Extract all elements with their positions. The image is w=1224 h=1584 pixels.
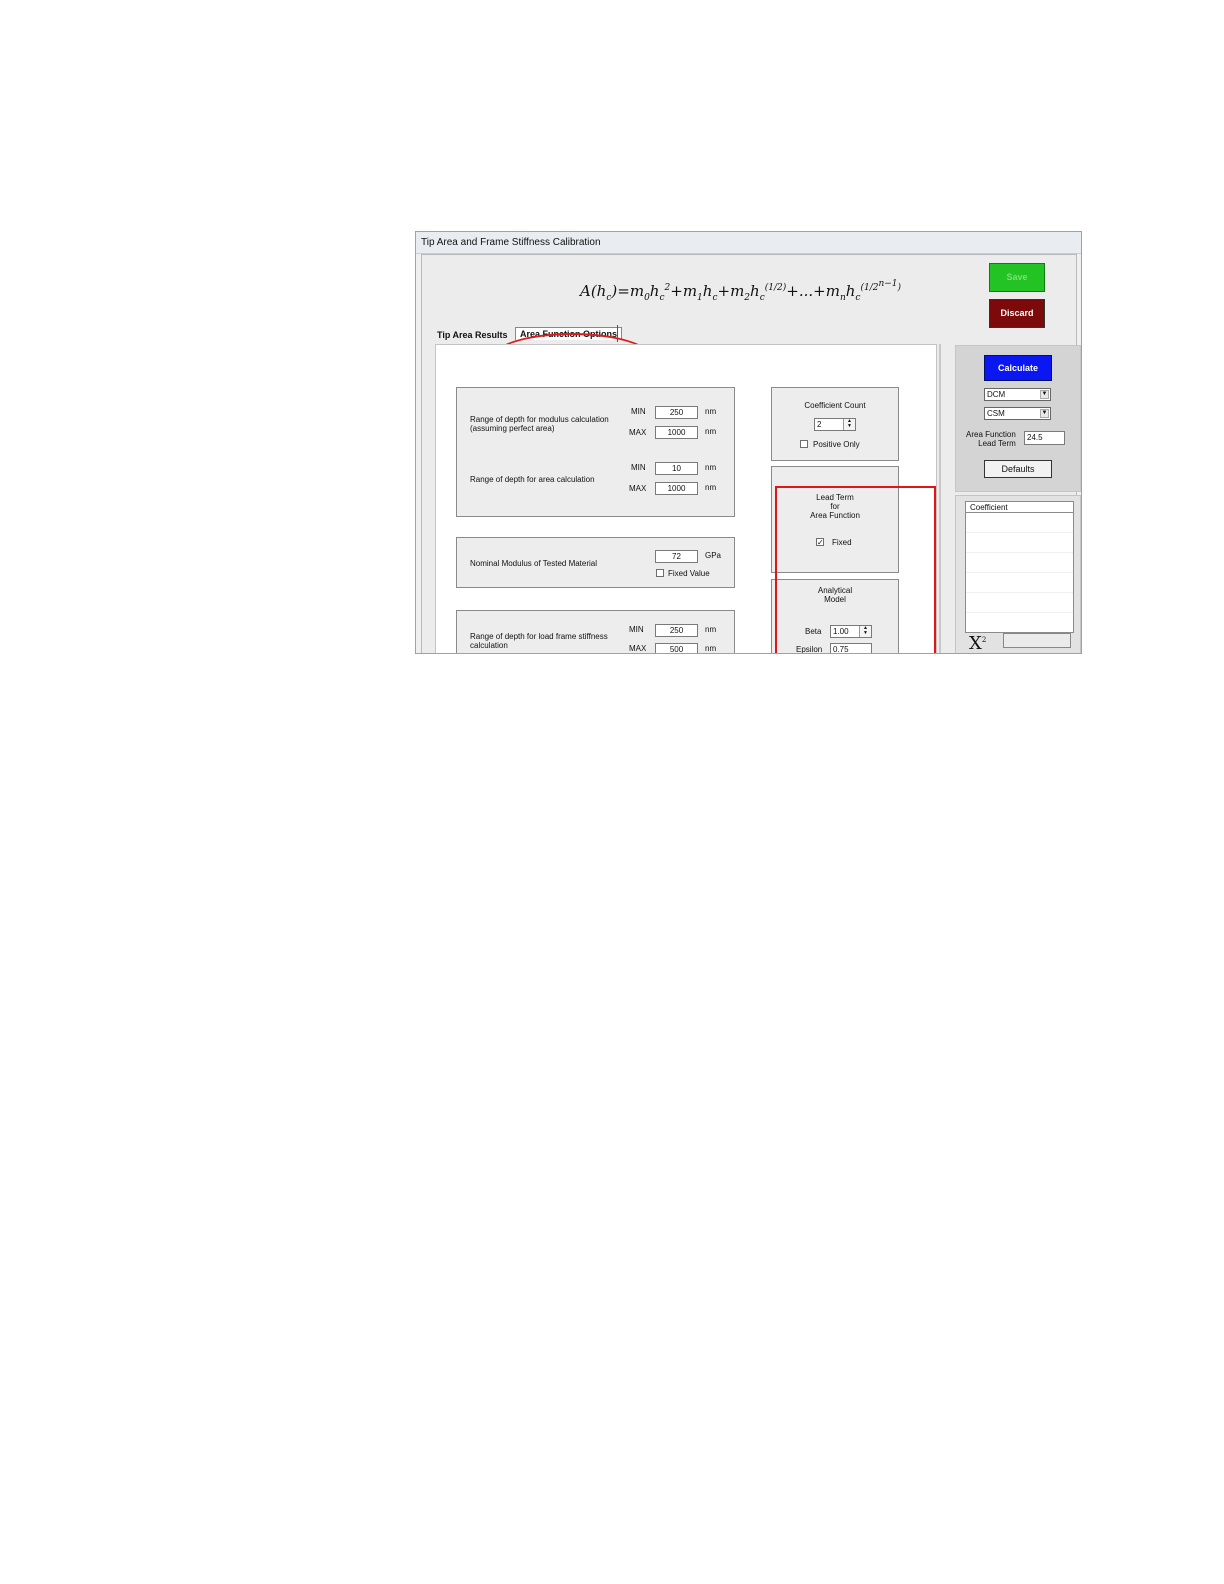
coefficient-count-title: Coefficient Count [804, 401, 866, 410]
modulus-label: Nominal Modulus of Tested Material [470, 559, 598, 568]
unit-label: nm [705, 463, 717, 472]
app-window: Tip Area and Frame Stiffness Calibration… [415, 231, 1082, 654]
modulus-input[interactable]: 72 [655, 550, 698, 563]
coefficient-panel: Coefficient X2 [955, 495, 1081, 654]
min-label: MIN [631, 463, 646, 472]
max-label: MAX [629, 428, 647, 437]
defaults-button[interactable]: Defaults [984, 460, 1052, 478]
max-label: MAX [629, 644, 647, 653]
area-max-input[interactable]: 1000 [655, 482, 698, 495]
mode-select-csm[interactable]: CSM ▼ [984, 407, 1051, 420]
lead-term-input[interactable]: 24.5 [1024, 431, 1065, 445]
modulus-group: Nominal Modulus of Tested Material 72 GP… [456, 537, 735, 588]
coefficient-column-header: Coefficient [966, 502, 1073, 513]
fixed-value-checkbox[interactable] [656, 569, 664, 577]
area-function-formula: A(hc)=m0hc2+m1hc+m2hc(1/2)+...+mnhc(1/2n… [580, 279, 902, 303]
unit-label: nm [705, 625, 717, 634]
dcm-value: DCM [987, 390, 1006, 399]
calculate-button[interactable]: Calculate [984, 355, 1052, 381]
modulus-depth-label: Range of depth for modulus calculation (… [470, 415, 609, 433]
csm-value: CSM [987, 409, 1005, 418]
tab-tip-area-results[interactable]: Tip Area Results [437, 330, 508, 340]
chevron-down-icon[interactable]: ▼ [1040, 390, 1049, 399]
window-title: Tip Area and Frame Stiffness Calibration [416, 232, 1081, 254]
unit-label: nm [705, 483, 717, 492]
lead-term-value-label: Area Function Lead Term [966, 430, 1016, 448]
area-min-input[interactable]: 10 [655, 462, 698, 475]
coefficient-count-group: Coefficient Count 2 ▲ ▼ Positive Only [771, 387, 899, 461]
options-panel: Range of depth for modulus calculation (… [435, 344, 937, 653]
min-label: MIN [631, 407, 646, 416]
unit-label: nm [705, 407, 717, 416]
spin-arrows-icon[interactable]: ▲ ▼ [843, 419, 855, 430]
modulus-min-input[interactable]: 250 [655, 406, 698, 419]
frame-depth-label: Range of depth for load frame stiffness … [470, 632, 608, 650]
chi-squared-label: X2 [969, 633, 987, 654]
frame-stiffness-group: Range of depth for load frame stiffness … [456, 610, 735, 653]
annotation-rectangle [775, 486, 936, 653]
chevron-down-icon[interactable]: ▼ [1040, 409, 1049, 418]
coefficient-count-stepper[interactable]: 2 ▲ ▼ [814, 418, 856, 431]
secondary-field [1003, 653, 1071, 654]
list-row-line [966, 552, 1073, 553]
depth-range-group: Range of depth for modulus calculation (… [456, 387, 735, 517]
lead-term-value: 24.5 [1027, 433, 1043, 442]
mode-select-dcm[interactable]: DCM ▼ [984, 388, 1051, 401]
chi-squared-field [1003, 633, 1071, 648]
list-row-line [966, 572, 1073, 573]
save-button[interactable]: Save [989, 263, 1045, 292]
list-row-line [966, 592, 1073, 593]
calculation-panel: Calculate DCM ▼ CSM ▼ Area Function Lead… [955, 345, 1081, 492]
modulus-max-input[interactable]: 1000 [655, 426, 698, 439]
discard-button[interactable]: Discard [989, 299, 1045, 328]
positive-only-checkbox[interactable] [800, 440, 808, 448]
min-label: MIN [629, 625, 644, 634]
list-row-line [966, 612, 1073, 613]
gpa-unit-label: GPa [705, 551, 722, 560]
frame-min-input[interactable]: 250 [655, 624, 698, 637]
area-depth-label: Range of depth for area calculation [470, 475, 595, 484]
dialog-body: A(hc)=m0hc2+m1hc+m2hc(1/2)+...+mnhc(1/2n… [421, 254, 1081, 653]
max-label: MAX [629, 484, 647, 493]
coefficient-list[interactable]: Coefficient [965, 501, 1074, 633]
frame-max-input[interactable]: 500 [655, 643, 698, 653]
positive-only-label: Positive Only [813, 440, 860, 449]
unit-label: nm [705, 644, 717, 653]
unit-label: nm [705, 427, 717, 436]
fixed-value-label: Fixed Value [668, 569, 710, 578]
list-row-line [966, 532, 1073, 533]
panel-divider [939, 344, 941, 653]
coefficient-count-value: 2 [817, 420, 822, 429]
